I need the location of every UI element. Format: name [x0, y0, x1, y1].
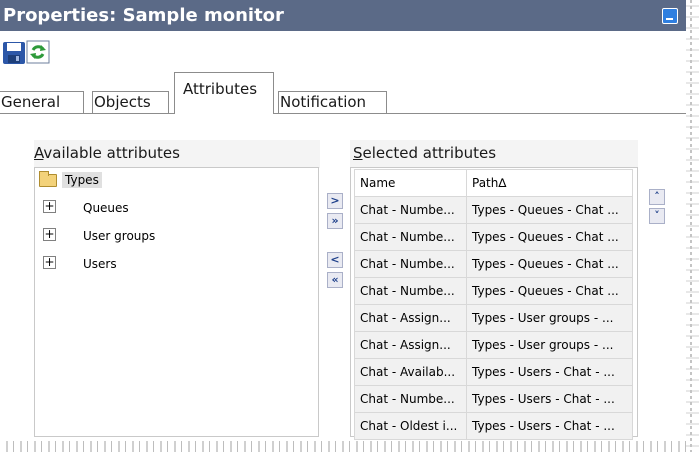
available-attributes-label: Available attributes: [34, 144, 180, 162]
table-row[interactable]: Chat - Numbe... Types - Queues - Chat ...: [354, 277, 633, 305]
cell-path: Types - Queues - Chat ...: [466, 196, 633, 224]
refresh-icon[interactable]: [26, 40, 50, 64]
cell-name: Chat - Assign...: [354, 331, 467, 359]
cell-name: Chat - Numbe...: [354, 277, 467, 305]
move-down-button[interactable]: ˅: [649, 208, 665, 224]
torn-edge-bottom: [0, 441, 686, 452]
minimize-icon[interactable]: [662, 8, 678, 24]
cell-name: Chat - Oldest i...: [354, 412, 467, 440]
expand-icon[interactable]: +: [43, 200, 56, 213]
tab-divider-gap: [175, 113, 273, 114]
cell-name: Chat - Numbe...: [354, 250, 467, 278]
table-row[interactable]: Chat - Assign... Types - User groups - ..…: [354, 304, 633, 332]
folder-icon: [39, 171, 57, 187]
torn-edge-right: [686, 0, 699, 452]
tab-general[interactable]: General: [0, 91, 84, 113]
window-title: Properties: Sample monitor: [3, 5, 284, 26]
move-up-button[interactable]: ˄: [649, 189, 665, 205]
tree-node-label: Types: [62, 172, 102, 188]
tab-objects[interactable]: Objects: [92, 91, 169, 113]
add-button[interactable]: >: [327, 193, 343, 209]
table-row[interactable]: Chat - Numbe... Types - Users - Chat - ..…: [354, 385, 633, 413]
cell-name: Chat - Numbe...: [354, 196, 467, 224]
tab-notification[interactable]: Notification: [278, 91, 387, 113]
available-attributes-tree[interactable]: [34, 167, 319, 437]
remove-all-button[interactable]: «: [327, 272, 343, 288]
remove-button[interactable]: <: [327, 252, 343, 268]
table-row[interactable]: Chat - Numbe... Types - Queues - Chat ...: [354, 196, 633, 224]
cell-name: Chat - Assign...: [354, 304, 467, 332]
tree-node-label: User groups: [83, 229, 156, 243]
expand-icon[interactable]: +: [43, 256, 56, 269]
available-label-text: vailable attributes: [43, 144, 180, 162]
selected-attributes-label: Selected attributes: [353, 144, 496, 162]
tab-divider: [0, 113, 686, 114]
cell-name: Chat - Numbe...: [354, 385, 467, 413]
table-row[interactable]: Chat - Assign... Types - User groups - ..…: [354, 331, 633, 359]
table-row[interactable]: Chat - Oldest i... Types - Users - Chat -…: [354, 412, 633, 440]
selected-accesskey: S: [353, 144, 363, 162]
save-icon[interactable]: [2, 41, 26, 65]
column-header-path[interactable]: Path∆: [466, 169, 633, 197]
cell-path: Types - Queues - Chat ...: [466, 277, 633, 305]
cell-name: Chat - Availab...: [354, 358, 467, 386]
cell-path: Types - User groups - ...: [466, 304, 633, 332]
selected-attributes-table: Name Path∆ Chat - Numbe... Types - Queues…: [354, 169, 633, 440]
cell-path: Types - Users - Chat - ...: [466, 385, 633, 413]
cell-name: Chat - Numbe...: [354, 223, 467, 251]
column-header-name[interactable]: Name: [354, 169, 467, 197]
tree-node-label: Queues: [83, 201, 129, 215]
toolbar: [0, 31, 686, 71]
cell-path: Types - Users - Chat - ...: [466, 358, 633, 386]
cell-path: Types - Queues - Chat ...: [466, 250, 633, 278]
table-row[interactable]: Chat - Availab... Types - Users - Chat - …: [354, 358, 633, 386]
table-row[interactable]: Chat - Numbe... Types - Queues - Chat ...: [354, 223, 633, 251]
title-bar: Properties: Sample monitor: [0, 0, 686, 31]
table-header-row: Name Path∆: [354, 169, 633, 197]
tree-node-label: Users: [83, 257, 117, 271]
cell-path: Types - User groups - ...: [466, 331, 633, 359]
selected-label-text: elected attributes: [362, 144, 497, 162]
tab-attributes[interactable]: Attributes: [174, 72, 274, 114]
add-all-button[interactable]: »: [327, 213, 343, 229]
cell-path: Types - Users - Chat - ...: [466, 412, 633, 440]
table-row[interactable]: Chat - Numbe... Types - Queues - Chat ...: [354, 250, 633, 278]
available-accesskey: A: [34, 144, 44, 162]
cell-path: Types - Queues - Chat ...: [466, 223, 633, 251]
expand-icon[interactable]: +: [43, 228, 56, 241]
